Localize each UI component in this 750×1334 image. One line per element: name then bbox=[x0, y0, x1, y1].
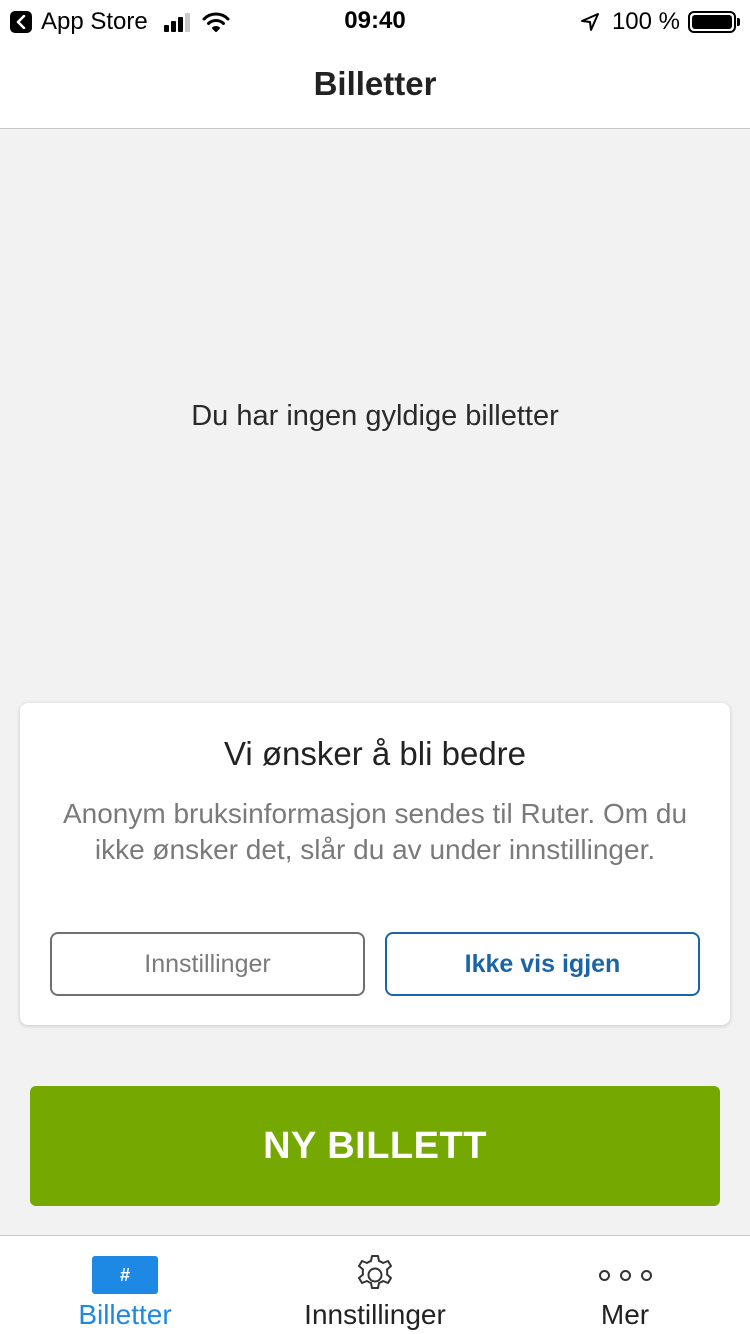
tab-tickets-label: Billetter bbox=[78, 1299, 172, 1330]
more-icon bbox=[594, 1269, 657, 1281]
new-ticket-button[interactable]: NY BILLETT bbox=[30, 1086, 720, 1206]
battery-icon bbox=[688, 11, 740, 33]
empty-tickets-message: Du har ingen gyldige billetter bbox=[191, 400, 559, 432]
status-bar: App Store 09:40 100 % bbox=[0, 0, 750, 42]
feedback-card-title: Vi ønsker å bli bedre bbox=[223, 735, 527, 772]
page-title: Billetter bbox=[313, 65, 437, 102]
battery-percentage: 100 % bbox=[611, 8, 680, 35]
tab-settings-label: Innstillinger bbox=[304, 1299, 446, 1330]
tab-bar: # Billetter Innstillinger Mer bbox=[0, 1235, 750, 1334]
gear-icon bbox=[353, 1253, 397, 1297]
ticket-icon: # bbox=[92, 1256, 158, 1294]
feedback-card: Vi ønsker å bli bedre Anonym bruksinform… bbox=[20, 703, 730, 1025]
tab-tickets[interactable]: # Billetter bbox=[0, 1236, 250, 1334]
settings-button[interactable]: Innstillinger bbox=[50, 932, 365, 996]
tab-settings[interactable]: Innstillinger bbox=[250, 1236, 500, 1334]
location-arrow-icon bbox=[580, 12, 600, 32]
tab-more[interactable]: Mer bbox=[500, 1236, 750, 1334]
feedback-card-body: Anonym bruksinformasjon sendes til Ruter… bbox=[62, 798, 688, 865]
tab-more-label: Mer bbox=[600, 1299, 650, 1330]
dont-show-again-button[interactable]: Ikke vis igjen bbox=[385, 932, 700, 996]
nav-header: Billetter bbox=[0, 42, 750, 129]
